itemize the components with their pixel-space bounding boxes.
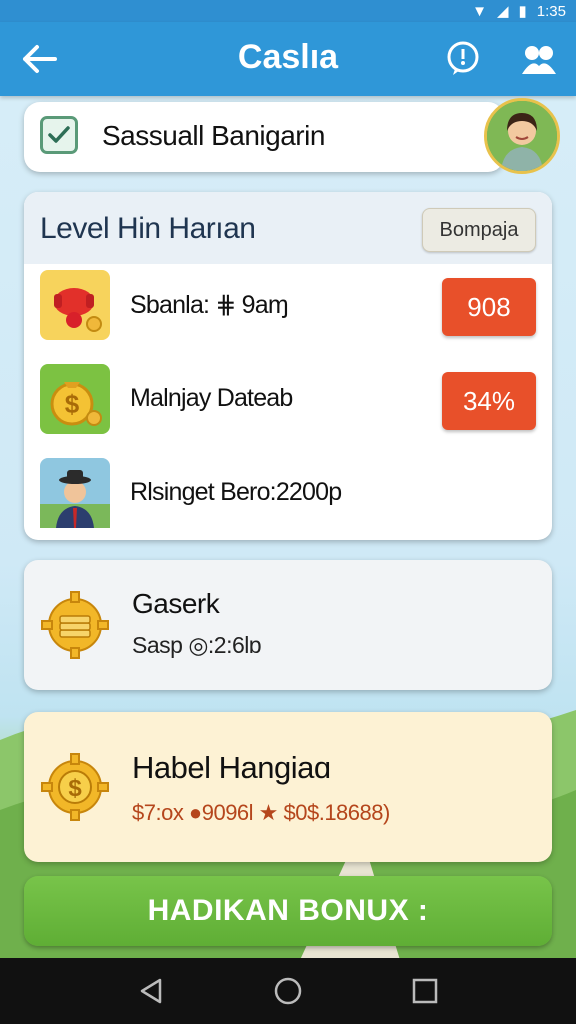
row-label: Sbanla: ⋕ 9aɱ <box>130 291 289 319</box>
battery-icon: ▮ <box>518 3 527 20</box>
nav-home-icon[interactable] <box>271 974 305 1008</box>
search-bar[interactable]: Sassuall Banigarin <box>24 102 504 172</box>
group-icon[interactable] <box>516 36 562 82</box>
status-badge: 908 <box>442 278 536 336</box>
level-title: Level Hin Harıan <box>40 212 256 245</box>
alert-icon[interactable] <box>440 36 486 82</box>
page-title: Caslıa <box>237 38 339 76</box>
card-title: Gaserk <box>132 588 220 619</box>
person-avatar-icon <box>40 458 110 528</box>
row-label: Malnjay Dateab <box>130 384 293 412</box>
search-input[interactable]: Sassuall Banigarin <box>102 120 325 152</box>
list-item[interactable]: $ Malnjay Dateab 34% <box>24 358 552 448</box>
svg-text:$: $ <box>68 775 82 802</box>
level-card: Level Hin Harıan Bomрaja Sbanla: ⋕ 9aɱ 9… <box>24 192 552 540</box>
caserk-card[interactable]: Gaserk Sasp ◎:2:6lɒ <box>24 560 552 690</box>
wifi-icon: ▼ <box>472 2 487 20</box>
svg-text:$: $ <box>65 389 80 419</box>
nav-recents-icon[interactable] <box>408 974 442 1008</box>
level-action-button[interactable]: Bomрaja <box>422 208 536 252</box>
status-icons: ▼ ◢ ▮ 1:35 <box>472 2 566 21</box>
checkbox[interactable] <box>40 116 78 154</box>
signal-icon: ◢ <box>496 3 509 20</box>
bonus-subtitle: $7:ox ●9096l ★ $0$.18688) <box>132 800 390 825</box>
system-nav-bar <box>0 958 576 1024</box>
status-badge: 34% <box>442 372 536 430</box>
status-time: 1:35 <box>536 2 566 20</box>
list-item[interactable]: Sbanla: ⋕ 9aɱ 908 <box>24 264 552 354</box>
level-header: Level Hin Harıan Bomрaja <box>24 192 552 264</box>
nav-back-icon[interactable] <box>134 974 168 1008</box>
claim-bonus-button[interactable]: HADIKAN BONUX : <box>24 876 552 946</box>
bonus-title: Habel Hangiaɑ <box>132 750 331 785</box>
red-piggy-icon <box>40 270 110 340</box>
avatar[interactable] <box>484 98 560 174</box>
dollar-gear-icon: $ <box>40 752 110 822</box>
coin-stack-gear-icon <box>40 590 110 660</box>
row-label: Rlsinget Bero:2200р <box>130 478 342 506</box>
list-item[interactable]: Rlsinget Bero:2200р <box>24 452 552 542</box>
bonus-card[interactable]: $ Habel Hangiaɑ $7:ox ●9096l ★ $0$.18688… <box>24 712 552 862</box>
app-bar: Caslıa <box>0 22 576 96</box>
coin-bag-icon: $ <box>40 364 110 434</box>
status-bar: ▼ ◢ ▮ 1:35 <box>0 0 576 22</box>
card-subtitle: Sasp ◎:2:6lɒ <box>132 632 262 658</box>
